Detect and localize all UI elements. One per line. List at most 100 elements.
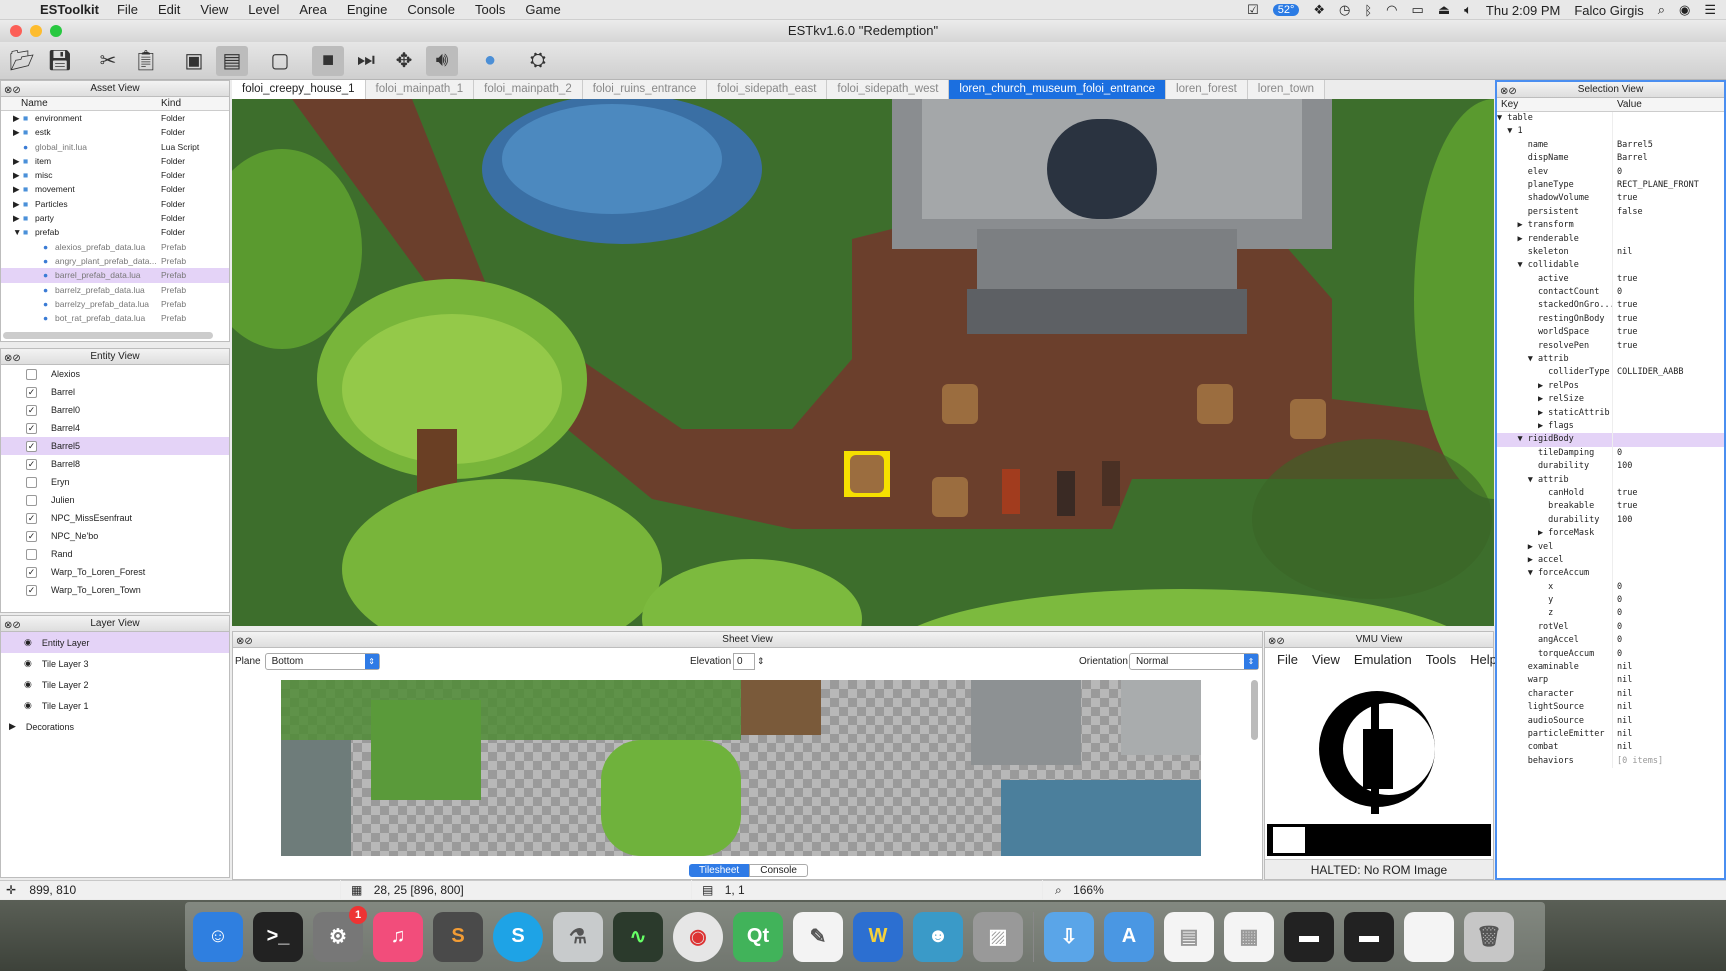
selection-value[interactable]: nil [1613, 728, 1632, 741]
eye-icon[interactable]: ◉ [24, 637, 32, 648]
menu-level[interactable]: Level [248, 2, 279, 17]
tab-level[interactable]: loren_forest [1166, 80, 1248, 99]
asset-row[interactable]: ● barrelzy_prefab_data.lua Prefab [1, 297, 229, 311]
sheet-scrollbar[interactable] [1251, 680, 1258, 740]
vmu-screen[interactable] [1267, 674, 1491, 856]
clock[interactable]: Thu 2:09 PM [1486, 3, 1560, 18]
app-menu[interactable]: ESToolkit [40, 2, 99, 17]
selection-row[interactable]: rotVel 0 [1497, 620, 1724, 635]
selection-row[interactable]: torqueAccum 0 [1497, 647, 1724, 662]
layer-group-decorations[interactable]: ▶ Decorations [1, 716, 229, 737]
move-icon[interactable]: ✥ [388, 46, 420, 76]
entity-checkbox[interactable]: ✓ [26, 566, 37, 578]
selection-value[interactable]: true [1613, 192, 1637, 205]
selection-value[interactable]: 100 [1613, 460, 1632, 473]
tilesheet-canvas[interactable] [281, 680, 1201, 856]
disclosure-icon[interactable]: ▶ [13, 168, 23, 182]
screen-icon[interactable]: ▬ [1344, 911, 1394, 962]
menu-tools[interactable]: Tools [475, 2, 505, 17]
menu-file[interactable]: File [117, 2, 138, 17]
selection-value[interactable]: 0 [1613, 621, 1622, 634]
menu-edit[interactable]: Edit [158, 2, 180, 17]
selection-value[interactable]: Barrel [1613, 152, 1648, 165]
qt-icon[interactable]: Qt [733, 911, 783, 962]
selection-row[interactable]: persistent false [1497, 205, 1724, 220]
selection-value[interactable]: nil [1613, 741, 1632, 754]
close-pane-icon[interactable]: ⊗⊘ [4, 83, 21, 99]
disclosure-icon[interactable]: ▶ [13, 211, 23, 225]
disclosure-icon[interactable]: ▶ [13, 154, 23, 168]
asset-row[interactable]: ● global_init.lua Lua Script [1, 140, 229, 154]
selection-row[interactable]: active true [1497, 272, 1724, 287]
selection-row[interactable]: ▶ transform [1497, 219, 1724, 233]
system-prefs-icon[interactable]: ⚙ 1 [313, 905, 367, 962]
tab-level[interactable]: loren_church_museum_foloi_entrance [949, 80, 1167, 99]
selection-row[interactable]: contactCount 0 [1497, 286, 1724, 300]
selection-value[interactable]: 0 [1613, 594, 1622, 607]
selection-row[interactable]: angAccel 0 [1497, 634, 1724, 648]
selection-row[interactable]: planeType RECT_PLANE_FRONT [1497, 178, 1724, 193]
entity-row[interactable]: ✓ NPC_Ne'bo [1, 527, 229, 545]
elevation-stepper-icon[interactable]: ⇕ [757, 656, 765, 667]
selection-row[interactable]: y0 [1497, 594, 1724, 608]
selection-row[interactable]: behaviors [0 items] [1497, 754, 1724, 769]
selection-value[interactable]: COLLIDER_AABB [1613, 366, 1684, 379]
game-viewport[interactable] [232, 99, 1494, 626]
entity-row[interactable]: ✓ NPC_MissEsenfraut [1, 509, 229, 527]
close-pane-icon[interactable]: ⊗⊘ [4, 351, 21, 367]
selection-value[interactable]: nil [1613, 688, 1632, 701]
menu-console[interactable]: Console [407, 2, 455, 17]
selection-row[interactable]: z0 [1497, 607, 1724, 621]
entity-row[interactable]: ✓ Warp_To_Loren_Town [1, 581, 229, 599]
entity-checkbox[interactable] [26, 368, 37, 380]
asset-scrollbar[interactable] [3, 332, 213, 339]
menu-area[interactable]: Area [299, 2, 326, 17]
entity-row[interactable]: Julien [1, 491, 229, 509]
screen-icon[interactable] [1404, 911, 1454, 962]
qw-icon[interactable]: W [853, 911, 903, 962]
activity-icon[interactable]: ∿ [613, 911, 663, 962]
save-icon[interactable]: 💾︎ [44, 46, 76, 76]
selection-value[interactable]: nil [1613, 701, 1632, 714]
monitor-icon[interactable]: ▣ [178, 46, 210, 76]
selection-row[interactable]: examinable nil [1497, 661, 1724, 675]
vmu-menu-item[interactable]: File [1277, 652, 1298, 670]
entity-checkbox[interactable]: ✓ [26, 512, 37, 524]
menu-game[interactable]: Game [525, 2, 560, 17]
asset-row[interactable]: ▶ ■ item Folder [1, 154, 229, 168]
time-machine-icon[interactable]: ◷ [1339, 2, 1350, 18]
entity-row[interactable]: Rand [1, 545, 229, 563]
selection-value[interactable]: nil [1613, 246, 1632, 259]
selection-row[interactable]: warp nil [1497, 674, 1724, 688]
asset-row[interactable]: ▼ ■ prefab Folder [1, 225, 229, 239]
appstore-icon[interactable]: A [1104, 911, 1154, 962]
entity-checkbox[interactable]: ✓ [26, 458, 37, 470]
layer-row[interactable]: ◉ Tile Layer 1 [1, 695, 229, 716]
trash-icon[interactable]: 🗑︎ [1464, 911, 1514, 962]
tab-level[interactable]: foloi_sidepath_east [707, 80, 828, 99]
close-pane-icon[interactable]: ⊗⊘ [1268, 634, 1285, 650]
selection-value[interactable]: false [1613, 206, 1643, 219]
asset-row[interactable]: ▶ ■ movement Folder [1, 182, 229, 196]
tab-tilesheet[interactable]: Tilesheet [689, 864, 750, 877]
selection-row[interactable]: ▶ staticAttrib [1497, 406, 1724, 420]
airplay-icon[interactable]: ▭ [1412, 2, 1424, 18]
selection-value[interactable]: nil [1613, 661, 1632, 674]
downloads-icon[interactable]: ⇩ [1044, 911, 1094, 962]
selection-row[interactable]: ▶ relPos [1497, 379, 1724, 394]
selection-value[interactable]: true [1613, 273, 1637, 286]
selection-row[interactable]: particleEmitter nil [1497, 727, 1724, 742]
weather-badge[interactable]: 52° [1272, 4, 1300, 16]
asset-row[interactable]: ▶ ■ environment Folder [1, 111, 229, 125]
finder-icon[interactable]: ☺ [193, 911, 243, 962]
vmu-menu-item[interactable]: Emulation [1354, 652, 1412, 670]
entity-checkbox[interactable]: ✓ [26, 386, 37, 398]
selection-row[interactable]: ▼ rigidBody [1497, 433, 1724, 447]
hat-icon[interactable]: ⛭ [522, 46, 554, 76]
doc-icon[interactable]: ▦ [1224, 911, 1274, 962]
disclosure-icon[interactable]: ▶ [13, 125, 23, 139]
game-char-icon[interactable]: ☻ [913, 911, 963, 962]
selection-row[interactable]: character nil [1497, 687, 1724, 702]
eject-icon[interactable]: ⏏ [1438, 2, 1450, 18]
siri-icon[interactable]: ◉ [1679, 2, 1690, 18]
